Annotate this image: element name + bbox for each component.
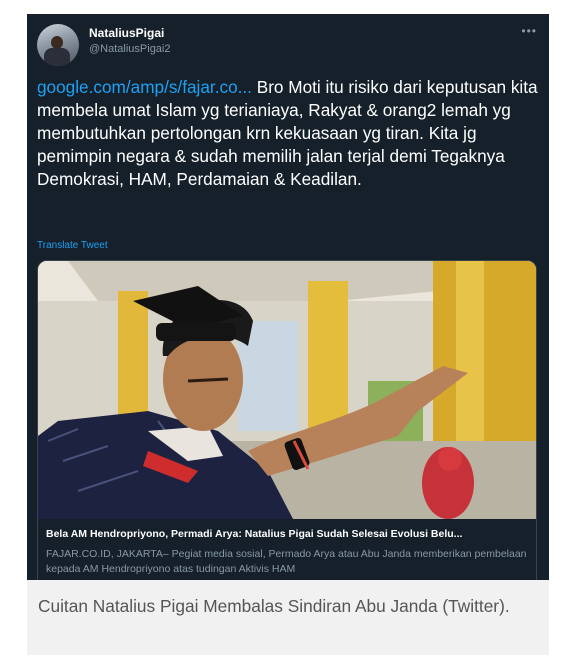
card-title[interactable]: Bela AM Hendropriyono, Permadi Arya: Nat… xyxy=(46,528,530,540)
card-description: FAJAR.CO.ID, JAKARTA– Pegiat media sosia… xyxy=(46,548,527,575)
tweet-card[interactable]: NataliusPigai @NataliusPigai2 ••• google… xyxy=(27,14,549,580)
link-preview-card[interactable]: Bela AM Hendropriyono, Permadi Arya: Nat… xyxy=(37,260,537,580)
tweet-link[interactable]: google.com/amp/s/fajar.co... xyxy=(37,77,252,97)
translate-tweet-link[interactable]: Translate Tweet xyxy=(37,240,108,251)
link-preview-image xyxy=(38,261,536,519)
user-handle[interactable]: @NataliusPigai2 xyxy=(89,43,171,55)
display-name[interactable]: NataliusPigai xyxy=(89,26,164,40)
image-caption: Cuitan Natalius Pigai Membalas Sindiran … xyxy=(38,596,510,616)
tweet-text: google.com/amp/s/fajar.co... Bro Moti it… xyxy=(37,76,539,191)
avatar[interactable] xyxy=(37,24,79,66)
image-caption-box: Cuitan Natalius Pigai Membalas Sindiran … xyxy=(27,580,549,655)
avatar-body xyxy=(44,48,70,66)
ellipsis-icon[interactable]: ••• xyxy=(521,24,537,38)
photo-illustration xyxy=(38,261,536,519)
